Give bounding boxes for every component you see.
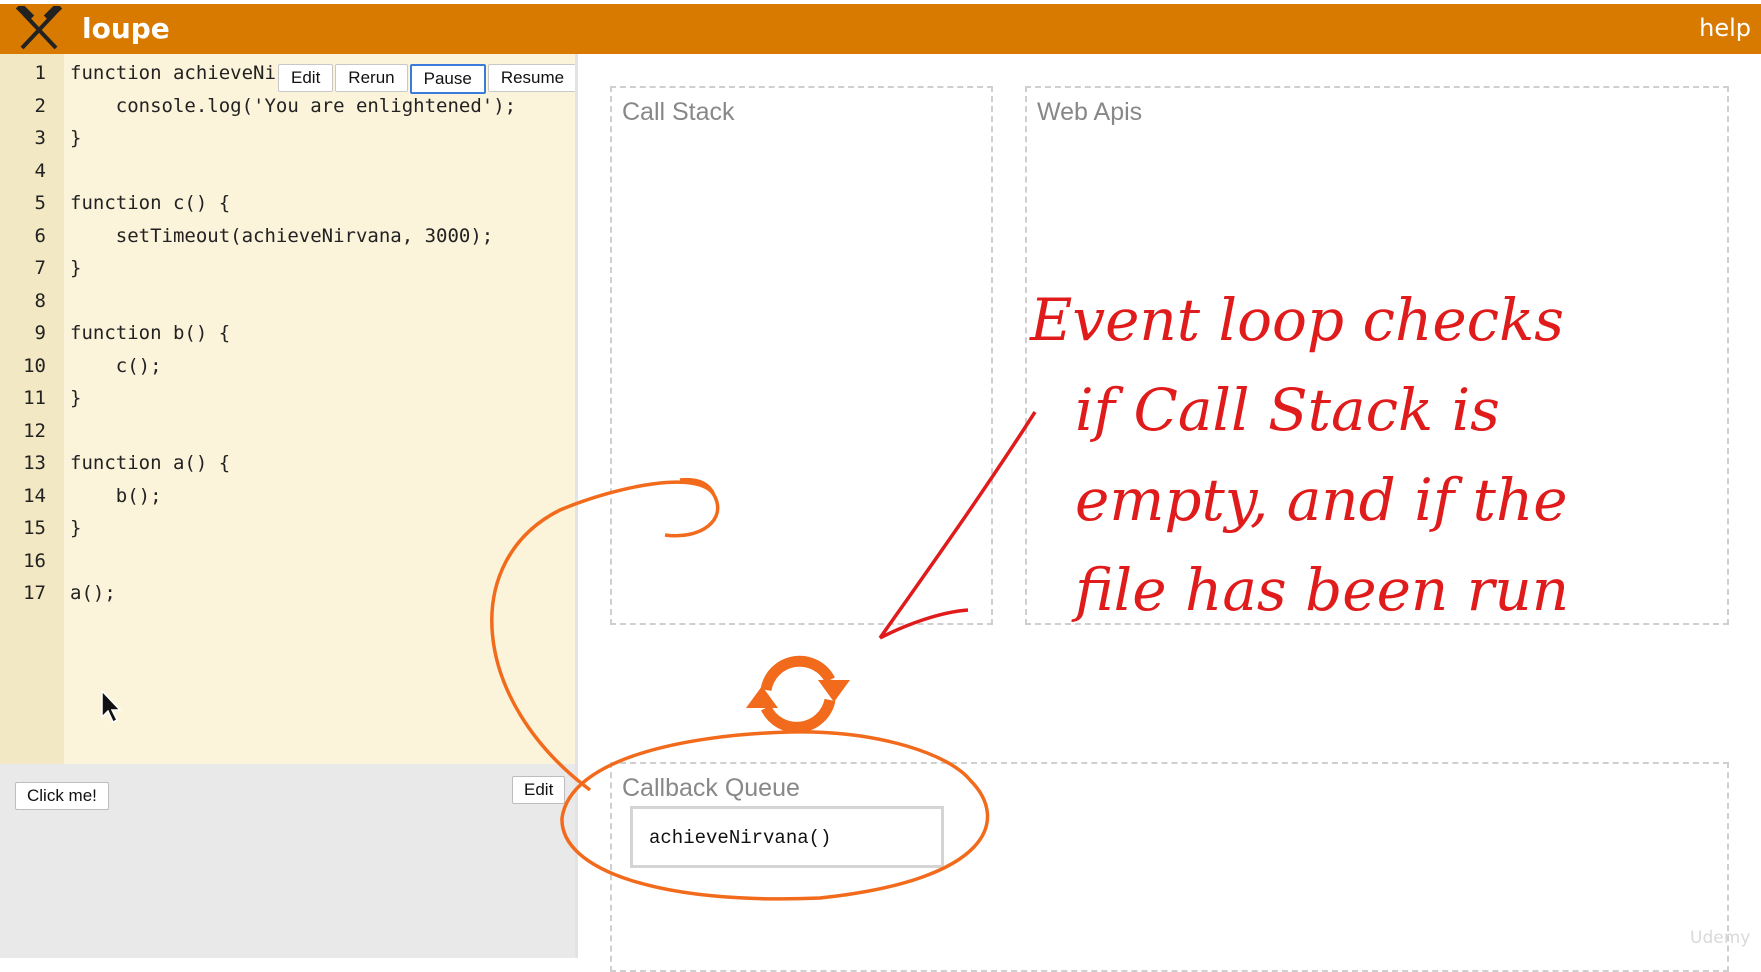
line-number: 6 [34,224,46,247]
rerun-button[interactable]: Rerun [335,64,408,92]
code-line[interactable]: setTimeout(achieveNirvana, 3000); [70,225,494,247]
line-number-gutter: 1 2 3 4 5 6 7 8 9 10 11 12 13 14 15 16 17 [0,54,64,764]
app-header: loupe help [0,4,1761,54]
queue-item-label: achieveNirvana() [649,827,832,849]
callback-queue-panel: Callback Queue achieveNirvana() [610,762,1729,972]
code-line[interactable]: } [70,517,81,539]
callback-queue-title: Callback Queue [622,774,800,802]
line-number: 16 [23,549,46,572]
code-line[interactable]: } [70,257,81,279]
queue-item: achieveNirvana() [630,806,944,868]
web-apis-panel: Web Apis [1025,86,1729,625]
call-stack-panel: Call Stack [610,86,993,625]
line-number: 1 [34,62,46,84]
line-number: 14 [23,484,46,507]
edit-button[interactable]: Edit [278,64,334,92]
line-number: 7 [34,257,46,279]
line-number: 8 [34,289,46,312]
call-stack-title: Call Stack [622,98,735,126]
code-line[interactable]: function c() { [70,192,230,214]
html-edit-button[interactable]: Edit [512,776,566,804]
code-line[interactable]: function a() { [70,452,230,474]
line-number: 10 [23,354,46,377]
line-number: 9 [34,322,46,344]
code-line[interactable]: console.log('You are enlightened'); [70,95,516,117]
web-apis-title: Web Apis [1037,98,1143,126]
line-number: 17 [23,582,46,604]
pause-button[interactable]: Pause [409,64,486,94]
watermark: Udemy [1690,928,1751,948]
code-editor[interactable]: 1 2 3 4 5 6 7 8 9 10 11 12 13 14 15 16 17 function achie… [0,54,578,764]
code-line[interactable]: a(); [70,582,116,604]
code-line[interactable]: function b() { [70,322,230,344]
click-me-button[interactable]: Click me! [15,782,109,810]
line-number: 12 [23,419,46,442]
html-output-panel: Click me! Edit [0,764,575,958]
line-number: 13 [23,452,46,474]
code-line[interactable]: function achieveNir [70,62,287,84]
line-number: 3 [34,127,46,149]
crossed-hammers-icon [15,6,63,50]
code-line[interactable]: } [70,127,81,149]
line-number: 5 [34,192,46,214]
code-line[interactable]: c(); [70,355,162,377]
panel-divider[interactable] [575,54,578,958]
line-number: 15 [23,517,46,539]
app-title: loupe [82,12,170,45]
help-link[interactable]: help [1699,14,1751,42]
code-line[interactable]: } [70,387,81,409]
resume-button[interactable]: Resume [487,64,578,92]
line-number: 2 [34,94,46,117]
event-loop-arrows-icon [746,655,850,733]
editor-toolbar: Edit Rerun Pause Resume [278,64,579,94]
line-number: 4 [34,159,46,182]
code-line[interactable]: b(); [70,485,162,507]
line-number: 11 [23,387,46,409]
mouse-pointer-icon [101,689,122,724]
